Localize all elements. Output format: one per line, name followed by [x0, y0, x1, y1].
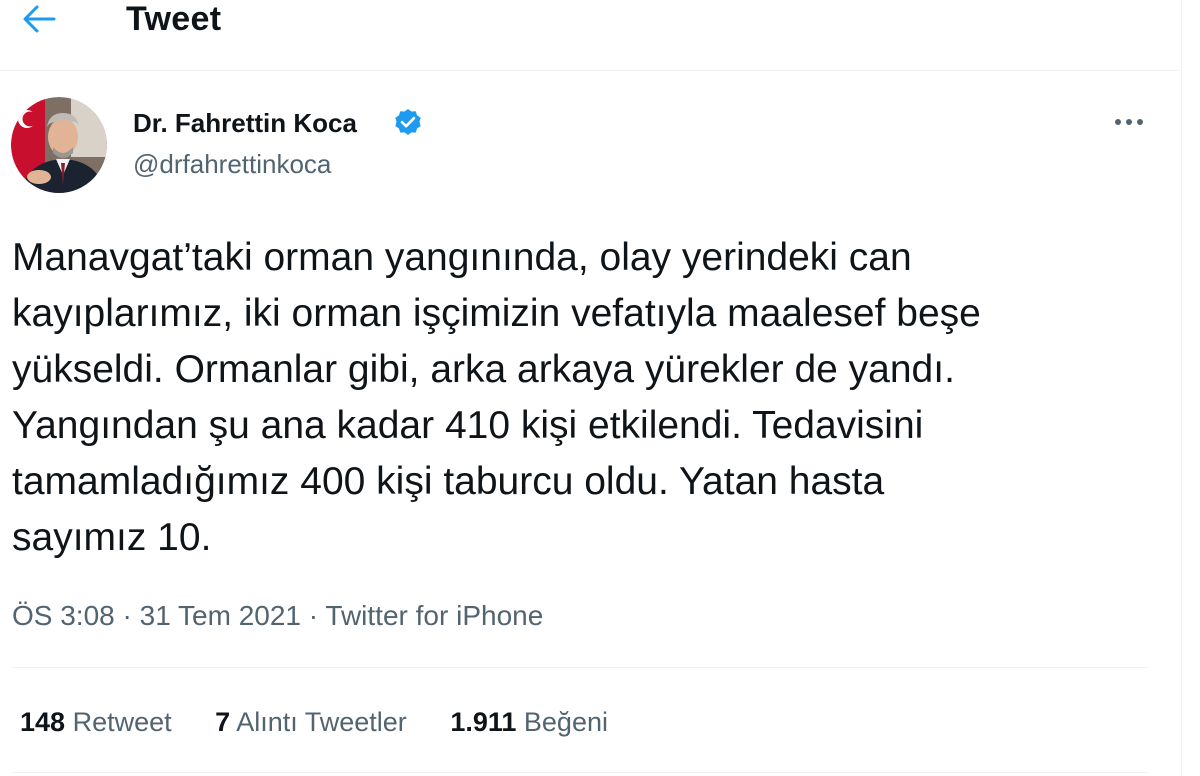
- tweet-stats: 148 Retweet 7 Alıntı Tweetler 1.911 Beğe…: [20, 702, 644, 742]
- divider: [12, 667, 1148, 668]
- avatar[interactable]: [11, 97, 107, 193]
- more-options-button[interactable]: [1106, 104, 1152, 140]
- column-border: [1181, 0, 1182, 776]
- tweet-text: Manavgat’taki orman yangınında, olay yer…: [12, 236, 981, 559]
- likes-stat[interactable]: 1.911 Beğeni: [450, 702, 608, 742]
- verified-badge-icon: [392, 107, 424, 139]
- likes-label: Beğeni: [523, 707, 608, 737]
- retweets-stat[interactable]: 148 Retweet: [20, 702, 172, 742]
- tweet-meta: ÖS 3:08 · 31 Tem 2021 · Twitter for iPho…: [12, 596, 543, 636]
- profile-photo: [11, 97, 107, 193]
- author-handle[interactable]: @drfahrettinkoca: [133, 147, 331, 181]
- divider: [12, 772, 1148, 773]
- back-button[interactable]: [14, 0, 64, 38]
- arrow-left-icon: [23, 5, 56, 33]
- page-title: Tweet: [126, 0, 222, 38]
- retweets-label: Retweet: [72, 707, 172, 737]
- retweets-count: 148: [20, 707, 66, 737]
- quotes-stat[interactable]: 7 Alıntı Tweetler: [215, 702, 407, 742]
- meta-separator: ·: [122, 600, 132, 631]
- quotes-label: Alıntı Tweetler: [236, 707, 407, 737]
- meta-separator: ·: [308, 600, 319, 631]
- author-name[interactable]: Dr. Fahrettin Koca: [133, 106, 357, 140]
- tweet-source[interactable]: Twitter for iPhone: [325, 600, 543, 631]
- quotes-count: 7: [215, 707, 231, 737]
- tweet-time[interactable]: ÖS 3:08: [12, 600, 115, 631]
- likes-count: 1.911: [450, 707, 517, 737]
- more-horizontal-icon: [1115, 119, 1143, 125]
- page-header: Tweet: [0, 0, 1180, 71]
- tweet-date[interactable]: 31 Tem 2021: [140, 600, 301, 631]
